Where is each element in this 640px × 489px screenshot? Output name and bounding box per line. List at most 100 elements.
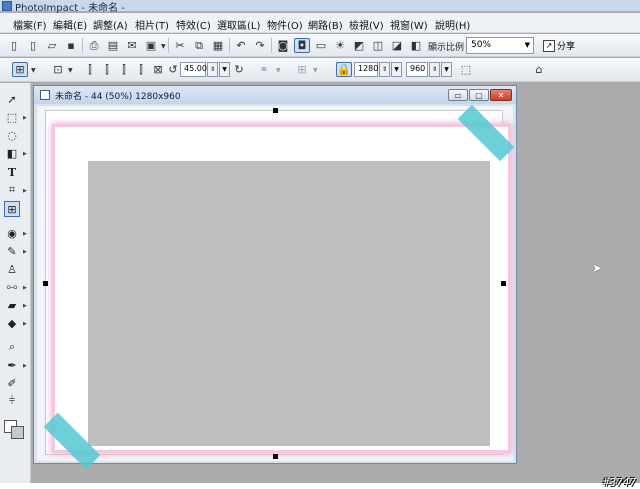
canvas-area[interactable] [37,104,515,470]
chevron-right-icon[interactable]: ▶ [23,303,27,309]
home-icon[interactable]: ⌂ [531,62,547,77]
clone-tool-icon[interactable]: ⧟ [4,279,20,295]
align-left-icon[interactable]: ⫿ [82,62,98,77]
menu-effects[interactable]: 特效(C) [176,17,211,32]
chevron-right-icon[interactable]: ▶ [23,151,27,157]
menu-edit[interactable]: 編輯(E) [53,17,87,32]
brush-tool-icon[interactable]: ✎ [4,243,20,259]
chevron-down-icon[interactable]: ▼ [276,67,281,74]
menu-photo[interactable]: 相片(T) [135,17,169,32]
background-color-swatch[interactable] [11,426,24,439]
capture-icon[interactable]: ◘ [294,38,310,53]
selection-handle-left[interactable] [43,281,48,286]
menu-help[interactable]: 說明(H) [435,17,470,32]
print-preview-icon[interactable]: ▤ [105,38,121,53]
cut-icon[interactable]: ✂ [172,38,188,53]
chevron-right-icon[interactable]: ▶ [23,188,27,194]
status-bar [0,483,640,489]
chevron-right-icon[interactable]: ▶ [23,115,27,121]
zoom-tool-icon[interactable]: ⌕ [4,339,20,355]
lasso-tool-icon[interactable]: ◌ [4,127,20,143]
marquee-icon[interactable]: ⬚ [458,62,474,77]
crop-mode-icon[interactable]: ⊞ [12,62,28,77]
zoom-select[interactable]: 50% ▼ [466,37,534,54]
grid-icon[interactable]: ⊞ [294,62,310,77]
image-canvas[interactable] [43,104,515,470]
rotate-left-icon[interactable]: ↺ [165,62,181,77]
chevron-right-icon[interactable]: ▶ [23,231,27,237]
menu-web[interactable]: 網路(B) [308,17,343,32]
chevron-right-icon[interactable]: ▶ [23,363,27,369]
edit-image-icon[interactable]: ◩ [351,38,367,53]
stamp-tool-icon[interactable]: ♙ [4,261,20,277]
monitor-icon[interactable]: ▭ [313,38,329,53]
chevron-right-icon[interactable]: ▶ [23,285,27,291]
rotate-right-icon[interactable]: ↻ [231,62,247,77]
copy-icon[interactable]: ⧉ [191,38,207,53]
restore-button[interactable]: ▢ [469,89,489,101]
scan-icon[interactable]: ▣ [143,38,159,53]
align-top-icon[interactable]: ⫿ [133,62,149,77]
fill-tool-icon[interactable]: ◆ [4,315,20,331]
chevron-right-icon[interactable]: ▶ [23,321,27,327]
chevron-right-icon[interactable]: ▶ [23,249,27,255]
path-edit-tool-icon[interactable]: ⫩ [4,393,20,409]
open-folder-icon[interactable]: ▱ [44,38,60,53]
chevron-down-icon[interactable]: ▼ [441,62,452,77]
transform-icon[interactable]: ⊡ [50,62,66,77]
selection-handle-bottom[interactable] [273,454,278,459]
share-button[interactable]: ↗ 分享 [540,37,578,54]
chevron-down-icon[interactable]: ▼ [161,43,166,50]
menu-view[interactable]: 檢視(V) [349,17,384,32]
chevron-down-icon[interactable]: ▼ [313,67,318,74]
print-icon[interactable]: ⎙ [86,38,102,53]
chevron-down-icon[interactable]: ▼ [391,62,402,77]
selection-tool-icon[interactable]: ⬚ [4,109,20,125]
brightness-icon[interactable]: ☀ [332,38,348,53]
new-document-icon[interactable]: ▯ [6,38,22,53]
width-spin-icon[interactable]: ⇕ [379,62,390,77]
shape-tool-icon[interactable]: ◧ [4,145,20,161]
minimize-button[interactable]: ▭ [448,89,468,101]
align-right-icon[interactable]: ⫿ [116,62,132,77]
height-spin-icon[interactable]: ⇕ [429,62,440,77]
undo-icon[interactable]: ↶ [233,38,249,53]
selection-handle-top[interactable] [273,108,278,113]
height-field[interactable]: 960 [406,62,428,77]
chevron-down-icon[interactable]: ▼ [68,67,73,74]
selection-handle-right[interactable] [501,281,506,286]
eyedropper-tool-icon[interactable]: ✒ [4,357,20,373]
rotate-angle-field[interactable]: 45.00 [180,62,207,77]
photo-album-icon[interactable]: ◫ [370,38,386,53]
path-tool-icon[interactable]: ✐ [4,375,20,391]
document-title-bar[interactable]: 未命名 - 44 (50%) 1280x960 ▭ ▢ ✕ [34,86,516,104]
media-icon[interactable]: ◪ [389,38,405,53]
link-icon[interactable]: ⚭ [256,62,272,77]
lock-aspect-icon[interactable]: 🔒 [336,62,352,77]
eraser-tool-icon[interactable]: ▰ [4,297,20,313]
redo-icon[interactable]: ↷ [252,38,268,53]
menu-object[interactable]: 物件(O) [267,17,303,32]
web-gallery-icon[interactable]: ◧ [408,38,424,53]
text-tool-icon[interactable]: T [4,164,20,180]
menu-file[interactable]: 檔案(F) [13,17,47,32]
camera-icon[interactable]: ◙ [275,38,291,53]
pick-tool-icon[interactable]: ➚ [4,91,20,107]
chevron-down-icon[interactable]: ▼ [31,67,36,74]
transform-tool-icon[interactable]: ⊞ [4,201,20,217]
chevron-down-icon[interactable]: ▼ [219,62,230,77]
align-center-icon[interactable]: ⫿ [99,62,115,77]
close-button[interactable]: ✕ [490,89,512,101]
redeye-tool-icon[interactable]: ◉ [4,225,20,241]
email-icon[interactable]: ✉ [124,38,140,53]
menu-selection[interactable]: 選取區(L) [217,17,260,32]
distribute-icon[interactable]: ⊠ [150,62,166,77]
paste-icon[interactable]: ▦ [210,38,226,53]
rotate-spin-icon[interactable]: ⇕ [207,62,218,77]
width-field[interactable]: 1280 [354,62,378,77]
new-from-template-icon[interactable]: ▯ [25,38,41,53]
crop-tool-icon[interactable]: ⌗ [4,182,20,198]
menu-window[interactable]: 視窗(W) [390,17,428,32]
save-icon[interactable]: ▪ [63,38,79,53]
menu-adjust[interactable]: 調整(A) [93,17,128,32]
